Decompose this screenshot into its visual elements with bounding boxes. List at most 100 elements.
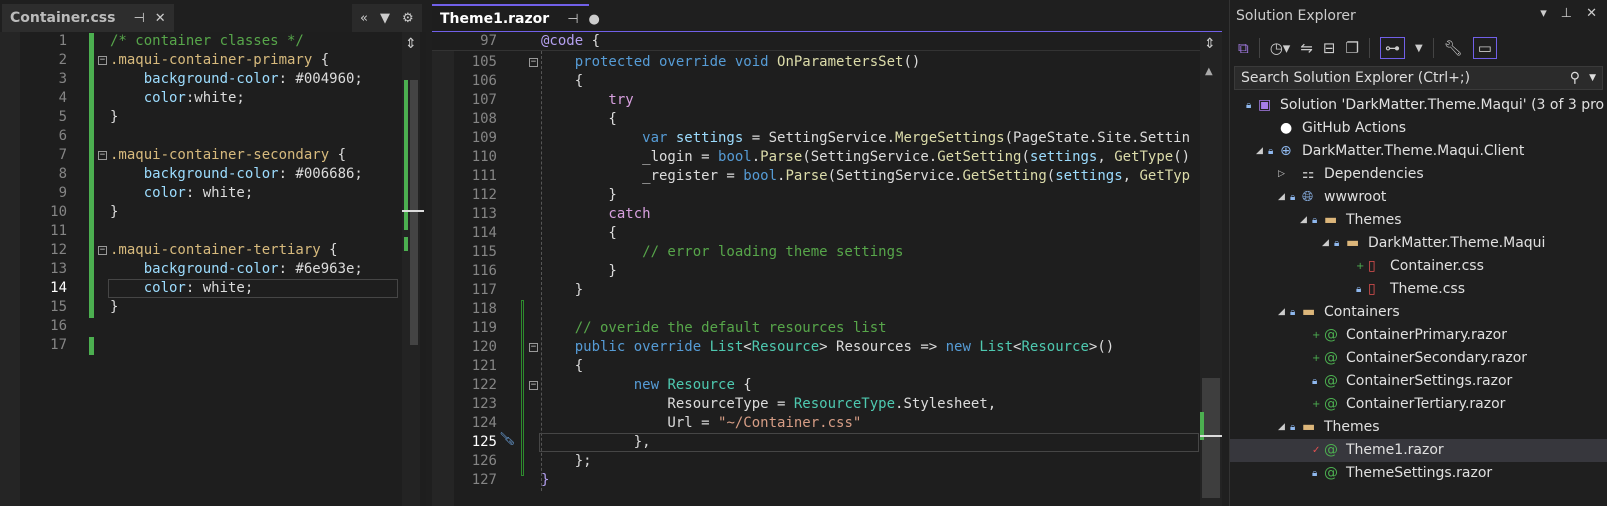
code-text: }; xyxy=(541,452,592,471)
tree-item[interactable]: ◢ 🔒︎ 🌐︎ wwwroot xyxy=(1230,186,1607,209)
tree-item[interactable]: ◢ 🔒︎ ▬ DarkMatter.Theme.Maqui xyxy=(1230,232,1607,255)
code-text: } xyxy=(541,186,616,205)
tree-item[interactable]: 🔒︎ ▯ Theme.css xyxy=(1230,278,1607,301)
properties-wrench-icon[interactable]: 🔧︎ xyxy=(1444,39,1463,57)
lock-icon: 🔒︎ xyxy=(1290,192,1296,203)
dropdown-icon[interactable]: ▼ xyxy=(380,11,390,26)
chevrons-left-icon[interactable]: « xyxy=(360,11,368,26)
history-icon[interactable]: ◷▾ xyxy=(1270,39,1291,57)
preview-icon[interactable]: ▭ xyxy=(1472,37,1497,59)
code-line: 105 − protected override void OnParameter… xyxy=(432,53,1200,72)
fold-toggle-icon[interactable]: − xyxy=(98,246,107,255)
line-number: 10 xyxy=(50,204,67,220)
fold-toggle-icon[interactable]: − xyxy=(98,56,107,65)
dropdown-icon[interactable]: ▾ xyxy=(1540,6,1547,21)
tree-item[interactable]: 🔒︎ @ ThemeSettings.razor xyxy=(1230,462,1607,485)
lock-icon: 🔒︎ xyxy=(1246,100,1252,111)
tab-theme1-razor[interactable]: Theme1.razor ⊣ ● xyxy=(432,4,600,32)
code-token: { xyxy=(329,147,347,163)
search-icon[interactable]: ⚲ xyxy=(1570,67,1580,89)
dropdown-icon[interactable]: ▼ xyxy=(1415,43,1423,54)
fold-toggle-icon[interactable]: − xyxy=(98,151,107,160)
lock-icon: 🔒︎ xyxy=(1312,376,1318,387)
tree-item[interactable]: ✓ @ Theme1.razor xyxy=(1230,439,1607,462)
fold-toggle-icon[interactable]: − xyxy=(529,58,538,67)
css-code-editor[interactable]: 1/* container classes */2− .maqui-contain… xyxy=(0,32,405,506)
collapsed-arrow-icon[interactable]: ▷ xyxy=(1278,163,1285,186)
tab-label: Container.css xyxy=(10,10,116,26)
code-line: 106 { xyxy=(432,72,1200,91)
code-line: 7 − .maqui-container-secondary { xyxy=(0,146,405,165)
line-number: 126 xyxy=(471,453,497,469)
code-token: @code xyxy=(541,33,584,49)
line-number: 120 xyxy=(471,339,497,355)
code-token: ( xyxy=(1021,149,1030,165)
expanded-arrow-icon[interactable]: ◢ xyxy=(1300,209,1307,232)
tree-item[interactable]: + @ ContainerTertiary.razor xyxy=(1230,393,1607,416)
gear-icon[interactable]: ⚙ xyxy=(402,11,414,26)
tree-item[interactable]: 🔒︎ @ ContainerSettings.razor xyxy=(1230,370,1607,393)
code-line: 109 var settings = SettingService.MergeS… xyxy=(432,129,1200,148)
unsaved-dot-icon[interactable]: ● xyxy=(589,12,600,27)
expanded-arrow-icon[interactable]: ◢ xyxy=(1278,301,1285,324)
tree-item-label: Theme1.razor xyxy=(1346,442,1444,458)
tree-item[interactable]: ● GitHub Actions xyxy=(1230,117,1607,140)
split-icon[interactable]: ⇕ xyxy=(405,36,417,52)
code-token: _login = xyxy=(541,149,719,165)
tab-container-css[interactable]: Container.css ⊣ ✕ xyxy=(2,4,174,32)
vs-solution-icon[interactable]: ⧉ xyxy=(1238,39,1249,57)
code-token: // overide the default resources list xyxy=(541,320,887,336)
code-text: @code { xyxy=(541,32,600,51)
added-icon: + xyxy=(1312,330,1321,341)
tree-item[interactable]: + @ ContainerPrimary.razor xyxy=(1230,324,1607,347)
expanded-arrow-icon[interactable]: ◢ xyxy=(1278,186,1285,209)
close-icon[interactable]: ✕ xyxy=(1586,6,1597,21)
line-number: 108 xyxy=(471,111,497,127)
expanded-arrow-icon[interactable]: ◢ xyxy=(1278,416,1285,439)
tree-item[interactable]: + ▯ Container.css xyxy=(1230,255,1607,278)
tree-item[interactable]: + @ ContainerSecondary.razor xyxy=(1230,347,1607,370)
tree-item[interactable]: ◢ 🔒︎ ▬ Containers xyxy=(1230,301,1607,324)
line-number: 14 xyxy=(50,280,67,296)
tree-item[interactable]: ◢ 🔒︎ ▬ Themes xyxy=(1230,416,1607,439)
fold-toggle-icon[interactable]: − xyxy=(529,381,538,390)
scroll-thumb[interactable] xyxy=(1202,378,1220,498)
tree-item-label: Dependencies xyxy=(1324,166,1424,182)
code-line: 117 } xyxy=(432,281,1200,300)
code-token: bool xyxy=(743,168,778,184)
line-number: 12 xyxy=(50,242,67,258)
scroll-up-icon[interactable]: ▲ xyxy=(1205,66,1213,77)
copy-icon[interactable]: ❐ xyxy=(1346,39,1359,57)
search-input[interactable]: Search Solution Explorer (Ctrl+;) ⚲ ▼ xyxy=(1234,66,1603,90)
show-all-files-icon[interactable]: ⊶ xyxy=(1379,37,1405,59)
code-token: OnParametersSet xyxy=(777,54,904,70)
code-token: color xyxy=(110,280,186,296)
sync-icon[interactable]: ⇋ xyxy=(1300,39,1313,57)
line-number: 105 xyxy=(471,54,497,70)
quick-action-screwdriver-icon[interactable]: 🪛︎ xyxy=(499,432,516,447)
tree-item[interactable]: ▷ ⚏ Dependencies xyxy=(1230,163,1607,186)
scroll-thumb[interactable] xyxy=(410,80,418,345)
code-token: < xyxy=(743,339,752,355)
code-line: 123 ResourceType = ResourceType.Styleshe… xyxy=(432,395,1200,414)
split-icon[interactable]: ⇕ xyxy=(1204,36,1216,52)
pin-icon[interactable]: ⊣ xyxy=(133,11,144,26)
close-icon[interactable]: ✕ xyxy=(155,11,166,26)
pin-icon[interactable]: ⊣ xyxy=(567,12,578,27)
vertical-scrollbar[interactable]: ⇕ xyxy=(402,32,424,506)
fold-toggle-icon[interactable]: − xyxy=(529,343,538,352)
code-token: .maqui-container-tertiary xyxy=(110,242,321,258)
tree-item[interactable]: ◢ 🔒︎ ▬ Themes xyxy=(1230,209,1607,232)
expanded-arrow-icon[interactable]: ◢ xyxy=(1256,140,1263,163)
vertical-scrollbar[interactable]: ⇕ ▲ xyxy=(1200,32,1222,506)
search-placeholder: Search Solution Explorer (Ctrl+;) xyxy=(1241,70,1471,86)
code-line: 110 _login = bool.Parse(SettingService.G… xyxy=(432,148,1200,167)
search-options-icon[interactable]: ▼ xyxy=(1589,67,1596,89)
tree-item[interactable]: ◢ 🔒︎ ⊕ DarkMatter.Theme.Maqui.Client xyxy=(1230,140,1607,163)
pin-icon[interactable]: ⊥ xyxy=(1561,6,1572,21)
expanded-arrow-icon[interactable]: ◢ xyxy=(1322,232,1329,255)
razor-code-editor[interactable]: 97 @code {105− protected override void On… xyxy=(432,32,1200,506)
tree-item[interactable]: 🔒︎ ▣ Solution 'DarkMatter.Theme.Maqui' (3 … xyxy=(1230,94,1607,117)
collapse-all-icon[interactable]: ⊟ xyxy=(1323,39,1336,57)
code-text: background-color: #006686; xyxy=(110,165,363,184)
